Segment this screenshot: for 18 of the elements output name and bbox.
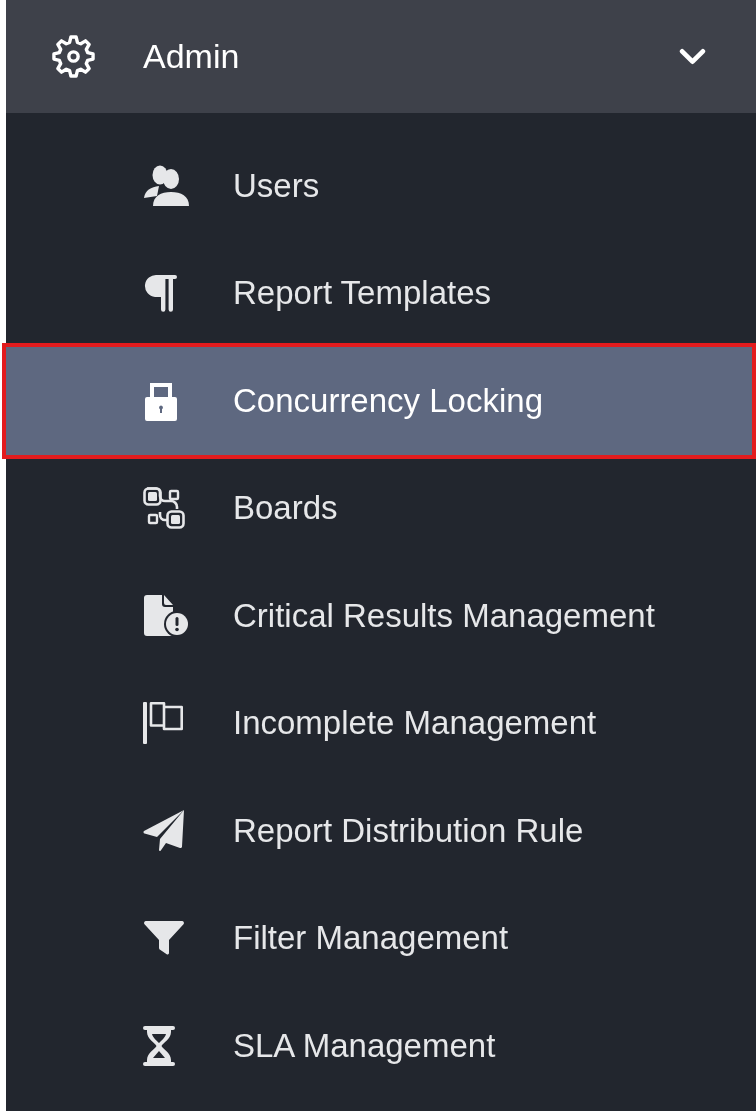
paper-plane-icon bbox=[143, 810, 185, 852]
funnel-icon bbox=[143, 920, 185, 957]
menu-item[interactable]: SLA Management bbox=[6, 992, 756, 1100]
gear-icon bbox=[52, 35, 95, 78]
hourglass-icon bbox=[143, 1025, 175, 1066]
connected-squares-icon bbox=[143, 487, 185, 530]
menu-item[interactable]: Incomplete Management bbox=[6, 669, 756, 777]
menu-item[interactable]: Report Distribution Rule bbox=[6, 777, 756, 885]
pilcrow-icon bbox=[143, 274, 177, 313]
menu-item[interactable]: Users bbox=[6, 132, 756, 240]
flag-icon bbox=[143, 702, 183, 745]
admin-section-toggle[interactable]: Admin bbox=[6, 0, 756, 113]
lock-icon bbox=[143, 380, 179, 421]
menu-item[interactable]: Concurrency Locking bbox=[2, 343, 756, 459]
menu-item[interactable]: Critical Results Management bbox=[6, 562, 756, 670]
document-warning-icon bbox=[143, 595, 189, 637]
users-icon bbox=[143, 165, 189, 207]
menu-item[interactable]: Filter Management bbox=[6, 884, 756, 992]
